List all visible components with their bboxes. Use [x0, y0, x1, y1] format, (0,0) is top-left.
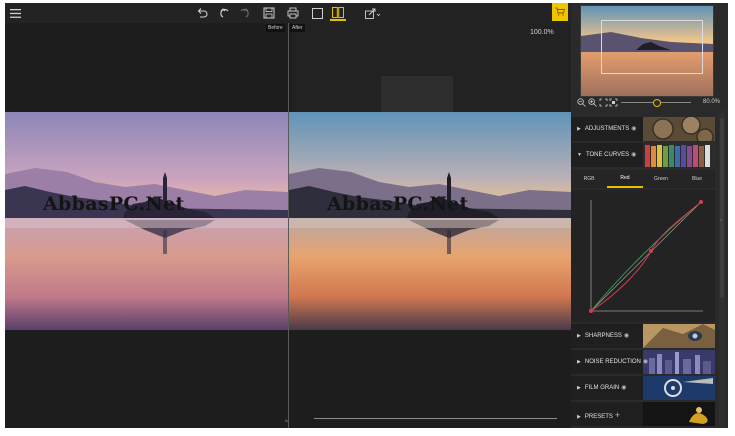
- navigator-thumbnail[interactable]: [580, 5, 714, 97]
- eye-icon[interactable]: ◉: [631, 152, 636, 158]
- tone-curves-label: TONE CURVES: [585, 152, 630, 158]
- tab-red[interactable]: Red: [607, 170, 643, 188]
- film-grain-label: FILM GRAIN: [584, 385, 620, 391]
- section-noise-reduction[interactable]: ▶ NOISE REDUCTION ◉: [571, 350, 715, 374]
- section-tone-curves[interactable]: ▼ TONE CURVES ◉: [571, 143, 715, 167]
- section-sharpness[interactable]: ▶ SHARPNESS ◉: [571, 324, 715, 348]
- image-canvas[interactable]: 100.0% AbbasPC.Net AbbasPC.Net ^: [5, 23, 571, 428]
- save-icon[interactable]: [262, 5, 276, 21]
- before-photo: [5, 112, 288, 330]
- zoom-controls: 80.0%: [577, 98, 721, 108]
- canvas-background-region: [381, 76, 453, 113]
- zoom-percent: 80.0%: [703, 99, 721, 105]
- curve-point[interactable]: [699, 200, 703, 204]
- before-label: Before: [266, 24, 285, 32]
- presets-label: PRESETS: [584, 414, 613, 420]
- watermark-left: AbbasPC.Net: [43, 193, 185, 215]
- curve-point[interactable]: [589, 309, 593, 313]
- split-divider[interactable]: [288, 23, 289, 428]
- zoom-slider-thumb[interactable]: [653, 99, 661, 107]
- tab-green[interactable]: Green: [643, 170, 679, 188]
- zoom-out-icon[interactable]: [577, 98, 586, 109]
- after-photo: [289, 112, 571, 330]
- eye-icon[interactable]: ◉: [624, 333, 629, 339]
- tone-curve-editor[interactable]: [571, 190, 715, 322]
- panel-scrollbar-thumb[interactable]: [720, 118, 724, 298]
- navigator-viewport[interactable]: [601, 20, 703, 74]
- zoom-readout: 100.0%: [530, 29, 554, 36]
- cart-button[interactable]: [552, 3, 568, 21]
- chevron-right-icon[interactable]: ›: [720, 218, 722, 224]
- add-preset-icon[interactable]: +: [615, 410, 620, 420]
- fill-icon[interactable]: [609, 98, 618, 109]
- app-window: 100.0% AbbasPC.Net AbbasPC.Net ^ Before …: [5, 3, 728, 428]
- adjustments-label: ADJUSTMENTS: [584, 126, 630, 132]
- eye-icon[interactable]: ◉: [621, 385, 626, 391]
- hamburger-icon[interactable]: [8, 5, 22, 21]
- fit-icon[interactable]: [599, 98, 608, 109]
- watermark-right: AbbasPC.Net: [327, 193, 469, 215]
- section-presets[interactable]: ▶ PRESETS +: [571, 402, 715, 426]
- eye-icon[interactable]: ◉: [643, 359, 648, 365]
- section-film-grain[interactable]: ▶ FILM GRAIN ◉: [571, 376, 715, 400]
- after-label: After: [290, 24, 305, 32]
- tab-blue[interactable]: Blue: [679, 170, 715, 188]
- tab-rgb[interactable]: RGB: [571, 170, 607, 188]
- channel-tabs: RGB Red Green Blue: [571, 170, 715, 188]
- undo-step-icon[interactable]: [218, 5, 232, 21]
- cart-icon: [555, 3, 566, 21]
- redo-icon[interactable]: [237, 5, 251, 21]
- right-panel: 80.0% ▶ ADJUSTMENTS ◉ ▼ TONE CURVES ◉ RG…: [571, 3, 728, 428]
- noise-reduction-label: NOISE REDUCTION: [584, 359, 641, 365]
- curve-point[interactable]: [649, 249, 653, 253]
- single-view-icon[interactable]: [310, 5, 324, 21]
- eye-icon[interactable]: ◉: [631, 126, 636, 132]
- split-view-icon[interactable]: [330, 5, 346, 21]
- undo-icon[interactable]: [195, 5, 209, 21]
- print-icon[interactable]: [286, 5, 300, 21]
- zoom-in-icon[interactable]: [588, 98, 597, 109]
- horizontal-scrollbar[interactable]: [314, 418, 557, 419]
- share-icon[interactable]: [364, 5, 382, 21]
- section-adjustments[interactable]: ▶ ADJUSTMENTS ◉: [571, 117, 715, 141]
- collapse-caret-icon[interactable]: ^: [285, 420, 288, 426]
- top-toolbar: [5, 3, 571, 23]
- sharpness-label: SHARPNESS: [584, 333, 622, 339]
